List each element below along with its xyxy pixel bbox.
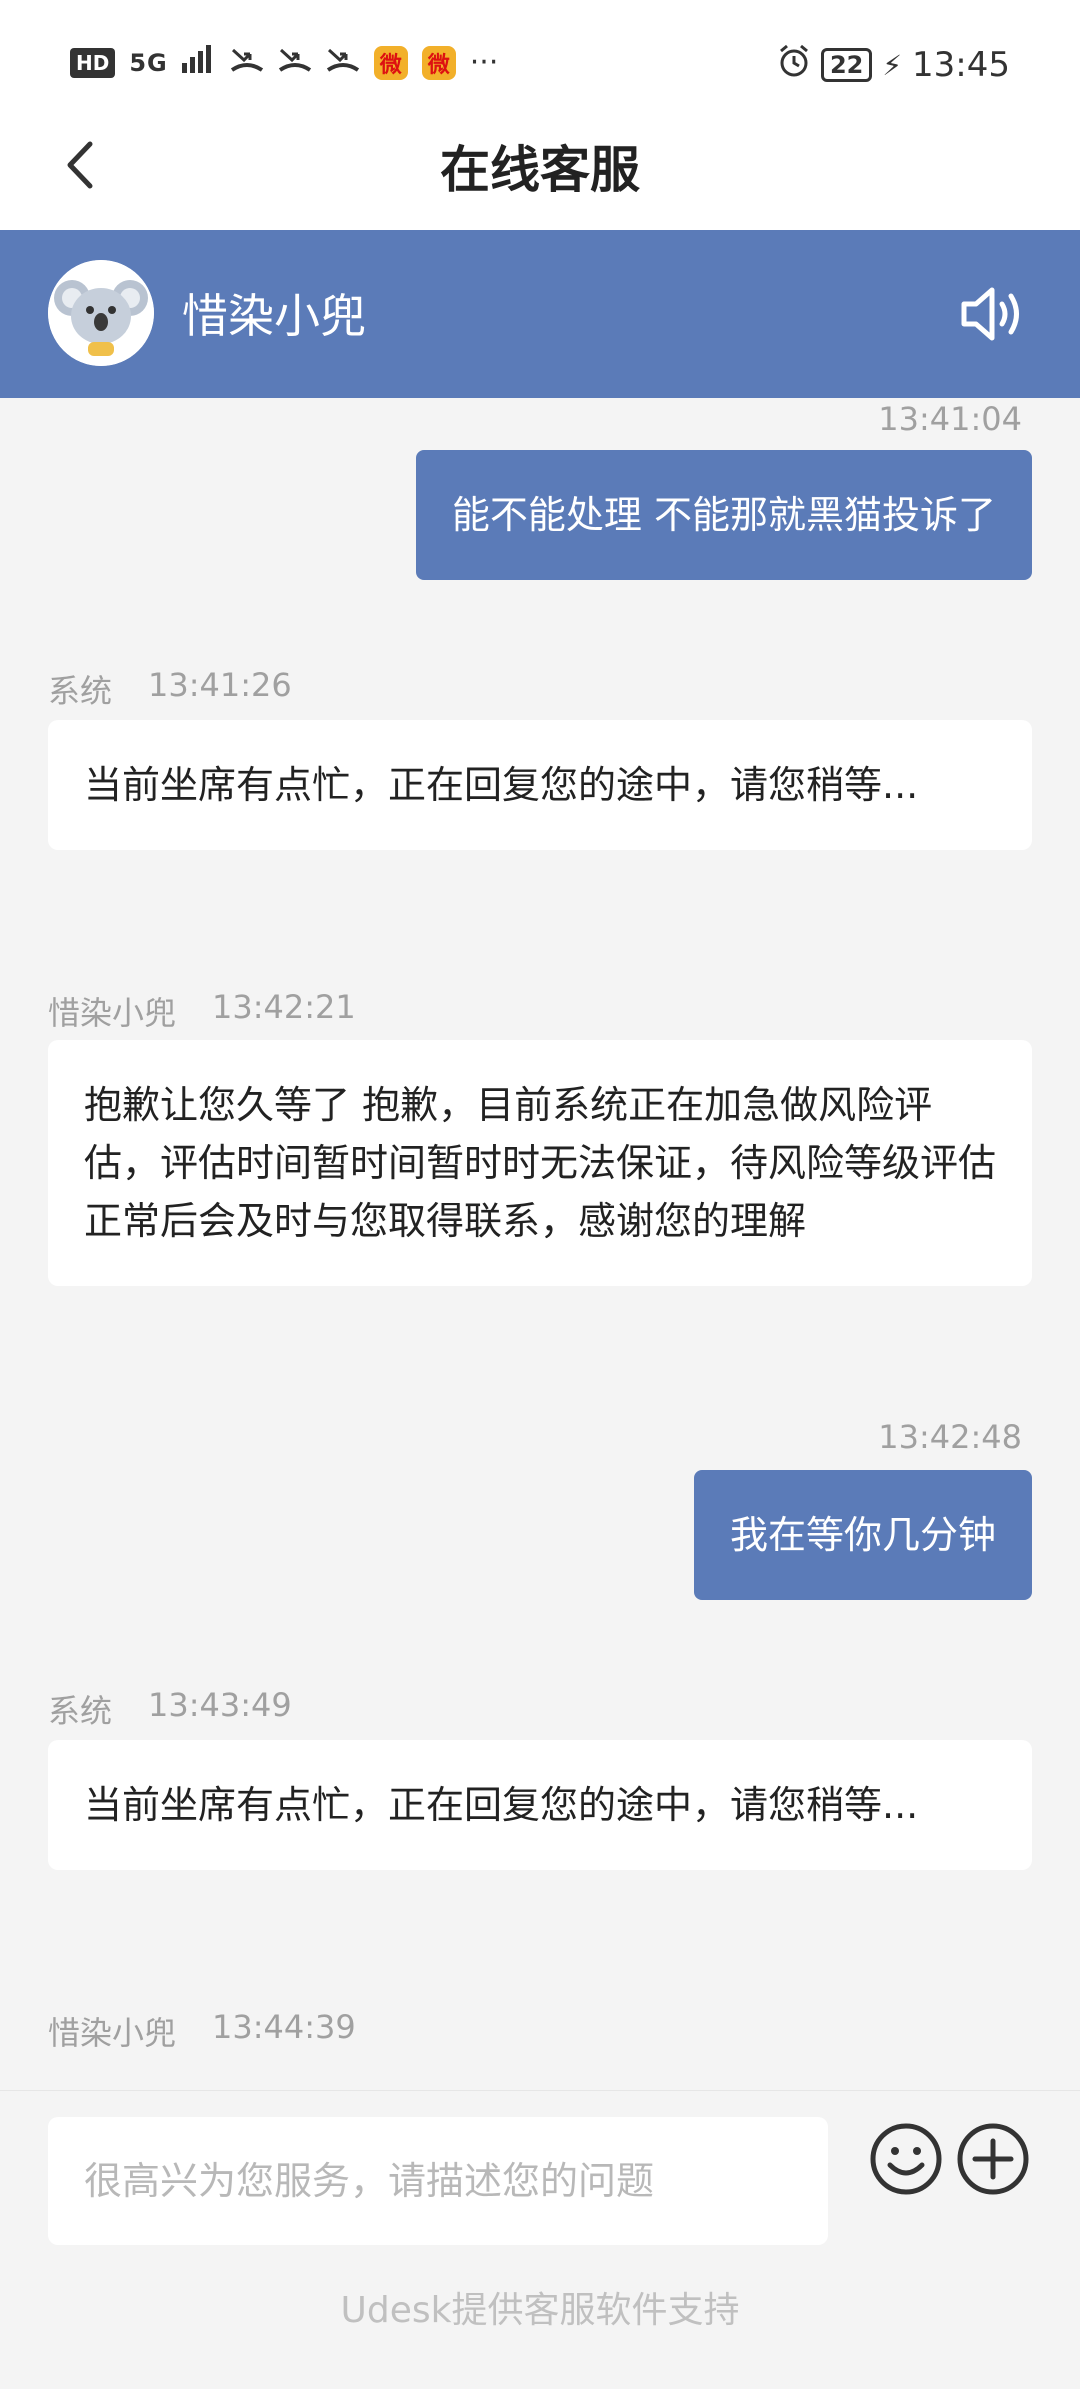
status-time: 13:45 [912, 45, 1010, 85]
charging-icon: ⚡ [882, 48, 903, 82]
more-notifications-icon: ··· [469, 45, 499, 80]
agent-message-bubble[interactable]: 抱歉让您久等了 抱歉，目前系统正在加急做风险评估，评估时间暂时间暂时时无法保证，… [48, 1040, 1032, 1286]
speaker-icon [961, 287, 1019, 341]
message-meta: 惜染小兜 13:44:39 [48, 2008, 356, 2054]
message-sender: 惜染小兜 [48, 994, 177, 1032]
agent-header: 惜染小兜 [0, 230, 1080, 398]
message-meta: 惜染小兜 13:42:21 [48, 988, 356, 1034]
agent-message-bubble[interactable]: 当前坐席有点忙，正在回复您的途中，请您稍等... [48, 1740, 1032, 1870]
status-right: 22 ⚡ 13:45 [777, 44, 1010, 86]
user-message-bubble[interactable]: 我在等你几分钟 [693, 1470, 1032, 1600]
smiley-icon [870, 2123, 942, 2195]
message-meta: 系统 13:41:26 [48, 666, 292, 712]
missed-call-icon [326, 44, 360, 81]
agent-message-bubble[interactable]: 当前坐席有点忙，正在回复您的途中，请您稍等... [48, 720, 1032, 850]
speaker-button[interactable] [958, 282, 1028, 346]
message-time: 13:44:39 [212, 2008, 356, 2046]
missed-call-icon [278, 44, 312, 81]
message-sender: 系统 [48, 1692, 113, 1730]
message-input[interactable] [48, 2117, 828, 2245]
message-meta: 系统 13:43:49 [48, 1686, 292, 1732]
message-time: 13:42:21 [212, 988, 356, 1026]
message-time: 13:43:49 [148, 1686, 292, 1724]
powered-by-footer: Udesk提供客服软件支持 [340, 2290, 740, 2331]
status-left: HD 5G 微 微 ··· [70, 44, 498, 81]
alarm-icon [777, 44, 811, 86]
missed-call-icon [230, 44, 264, 81]
battery-indicator: 22 [820, 48, 873, 82]
agent-avatar [48, 260, 154, 366]
user-message-bubble[interactable]: 能不能处理 不能那就黑猫投诉了 [415, 450, 1032, 580]
message-sender: 系统 [48, 672, 113, 710]
page-title: 在线客服 [440, 141, 640, 199]
emoji-button[interactable] [868, 2121, 944, 2197]
hd-indicator: HD [70, 47, 116, 78]
message-time: 13:41:04 [878, 400, 1022, 438]
message-time: 13:42:48 [878, 1418, 1022, 1456]
input-bar: Udesk提供客服软件支持 [0, 2090, 1080, 2389]
weibo-app-icon: 微 [421, 45, 456, 80]
agent-name: 惜染小兜 [182, 289, 366, 343]
add-attachment-button[interactable] [955, 2121, 1031, 2197]
plus-circle-icon [957, 2123, 1029, 2195]
chat-message-list[interactable]: 13:41:04 能不能处理 不能那就黑猫投诉了 系统 13:41:26 当前坐… [0, 398, 1080, 2088]
message-sender: 惜染小兜 [48, 2014, 177, 2052]
signal-bars-icon [181, 45, 216, 80]
weibo-app-icon: 微 [373, 45, 408, 80]
koala-avatar-icon [48, 260, 154, 366]
signal-5g-icon: 5G [129, 48, 168, 77]
title-bar: 在线客服 [0, 100, 1080, 230]
message-time: 13:41:26 [148, 666, 292, 704]
